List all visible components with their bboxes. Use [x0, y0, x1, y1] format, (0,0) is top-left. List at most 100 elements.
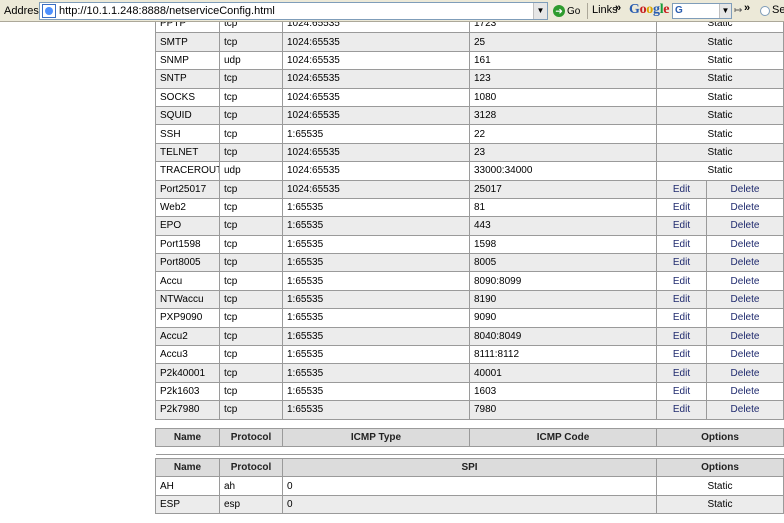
- table-row: SNTP tcp 1024:65535 123 Static: [155, 69, 784, 89]
- delete-link[interactable]: Delete: [705, 271, 784, 291]
- delete-link[interactable]: Delete: [705, 326, 784, 347]
- edit-link[interactable]: Edit: [656, 381, 707, 402]
- cell-source-ports: 1:65535: [282, 363, 470, 383]
- cell-source-ports: 1024:65535: [282, 105, 470, 126]
- cell-destination-ports: 161: [469, 50, 657, 71]
- cell-destination-ports: 1723: [469, 22, 657, 34]
- cell-destination-ports: 40001: [469, 363, 657, 383]
- edit-link[interactable]: Edit: [656, 345, 707, 365]
- table-row: P2k40001 tcp 1:65535 40001 Edit Delete: [155, 363, 784, 383]
- go-arrow-icon: ➜: [553, 5, 565, 17]
- cell-source-ports: 1024:65535: [282, 179, 470, 199]
- edit-link[interactable]: Edit: [656, 253, 707, 273]
- column-header-protocol: Protocol: [219, 427, 283, 448]
- search-option-radio[interactable]: [760, 6, 770, 16]
- cell-source-ports: 1024:65535: [282, 69, 470, 89]
- cell-protocol: tcp: [219, 22, 283, 34]
- edit-link[interactable]: Edit: [656, 326, 707, 347]
- cell-name: SOCKS: [155, 87, 220, 107]
- edit-link[interactable]: Edit: [656, 234, 707, 255]
- edit-link[interactable]: Edit: [656, 216, 707, 236]
- edit-link[interactable]: Edit: [656, 308, 707, 328]
- cell-name: SQUID: [155, 105, 220, 126]
- cell-destination-ports: 9090: [469, 308, 657, 328]
- edit-link[interactable]: Edit: [656, 179, 707, 199]
- edit-link[interactable]: Edit: [656, 400, 707, 420]
- cell-destination-ports: 1080: [469, 87, 657, 107]
- cell-spi: 0: [282, 494, 657, 515]
- cell-destination-ports: 25: [469, 32, 657, 52]
- delete-link[interactable]: Delete: [705, 179, 784, 199]
- cell-protocol: tcp: [219, 253, 283, 273]
- edit-link[interactable]: Edit: [656, 363, 707, 383]
- cell-protocol: tcp: [219, 326, 283, 347]
- links-button[interactable]: Links: [592, 4, 618, 16]
- cell-name: SSH: [155, 124, 220, 144]
- cell-protocol: tcp: [219, 381, 283, 402]
- address-bar: Address http://10.1.1.248:8888/netservic…: [0, 0, 784, 22]
- cell-destination-ports: 8111:8112: [469, 345, 657, 365]
- delete-link[interactable]: Delete: [705, 234, 784, 255]
- google-logo: Google: [629, 2, 670, 18]
- go-button[interactable]: ➜ Go: [553, 3, 580, 19]
- cell-destination-ports: 3128: [469, 105, 657, 126]
- toolbar-separator: [587, 3, 588, 19]
- cell-protocol: ah: [219, 476, 283, 496]
- google-letter: o: [646, 2, 653, 17]
- delete-link[interactable]: Delete: [705, 381, 784, 402]
- url-field[interactable]: http://10.1.1.248:8888/netserviceConfig.…: [39, 2, 548, 20]
- table-row: AH ah 0 Static: [155, 476, 784, 496]
- cell-options: Static: [655, 161, 784, 181]
- table-spacer: [155, 446, 784, 456]
- google-search-field[interactable]: G ▼: [672, 3, 732, 19]
- cell-options: Static: [655, 142, 784, 163]
- cell-protocol: esp: [219, 494, 283, 515]
- cell-protocol: tcp: [219, 271, 283, 291]
- cell-source-ports: 1:65535: [282, 345, 470, 365]
- cell-options: Static: [655, 124, 784, 144]
- delete-link[interactable]: Delete: [705, 289, 784, 310]
- cell-name: P2k1603: [155, 381, 220, 402]
- cell-source-ports: 1024:65535: [282, 142, 470, 163]
- icmp-header-row: Name Protocol ICMP Type ICMP Code Option…: [155, 427, 784, 448]
- cell-name: P2k40001: [155, 363, 220, 383]
- cell-options: Static: [655, 22, 784, 34]
- more-links-icon[interactable]: »: [615, 2, 621, 14]
- cell-name: SNTP: [155, 69, 220, 89]
- delete-link[interactable]: Delete: [705, 345, 784, 365]
- cell-name: SNMP: [155, 50, 220, 71]
- column-header-options: Options: [656, 427, 784, 448]
- delete-link[interactable]: Delete: [705, 253, 784, 273]
- cell-protocol: tcp: [219, 234, 283, 255]
- cell-destination-ports: 8005: [469, 253, 657, 273]
- edit-link[interactable]: Edit: [656, 197, 707, 218]
- cell-protocol: tcp: [219, 400, 283, 420]
- cell-name: P2k7980: [155, 400, 220, 420]
- more-tools-icon[interactable]: »: [744, 2, 750, 14]
- cell-destination-ports: 33000:34000: [469, 161, 657, 181]
- table-row: SOCKS tcp 1024:65535 1080 Static: [155, 87, 784, 107]
- url-text[interactable]: http://10.1.1.248:8888/netserviceConfig.…: [59, 5, 533, 17]
- delete-link[interactable]: Delete: [705, 400, 784, 420]
- chevron-down-icon[interactable]: ▼: [719, 4, 731, 18]
- table-row: P2k7980 tcp 1:65535 7980 Edit Delete: [155, 400, 784, 420]
- delete-link[interactable]: Delete: [705, 216, 784, 236]
- google-go-arrow-icon[interactable]: ↦: [734, 5, 742, 16]
- services-table-body: PPTP tcp 1024:65535 1723 Static SMTP tcp 1024:6…: [155, 22, 784, 420]
- cell-name: PXP9090: [155, 308, 220, 328]
- cell-protocol: tcp: [219, 363, 283, 383]
- cell-protocol: tcp: [219, 142, 283, 163]
- chevron-down-icon[interactable]: ▼: [533, 3, 547, 19]
- cell-name: Port1598: [155, 234, 220, 255]
- delete-link[interactable]: Delete: [705, 308, 784, 328]
- ipsec-table: Name Protocol SPI Options AH ah 0 Static…: [155, 457, 784, 515]
- cell-name: ESP: [155, 494, 220, 515]
- delete-link[interactable]: Delete: [705, 197, 784, 218]
- table-row: SMTP tcp 1024:65535 25 Static: [155, 32, 784, 52]
- spacer-cell: [155, 446, 784, 456]
- cell-protocol: tcp: [219, 105, 283, 126]
- cell-destination-ports: 8040:8049: [469, 326, 657, 347]
- edit-link[interactable]: Edit: [656, 271, 707, 291]
- edit-link[interactable]: Edit: [656, 289, 707, 310]
- delete-link[interactable]: Delete: [705, 363, 784, 383]
